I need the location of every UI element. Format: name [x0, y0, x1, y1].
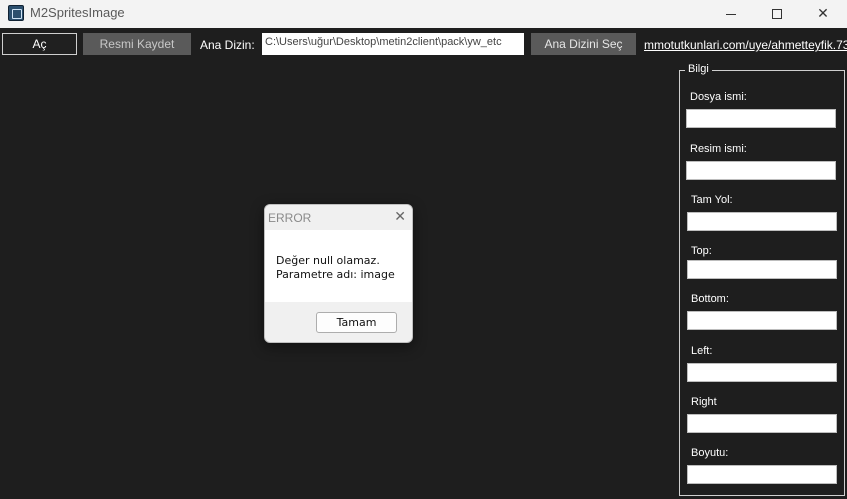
- file-name-label: Dosya ismi:: [690, 91, 747, 103]
- image-name-label: Resim ismi:: [690, 143, 747, 155]
- maximize-icon: [772, 9, 782, 19]
- full-path-label: Tam Yol:: [691, 194, 733, 206]
- dialog-message: Değer null olamaz. Parametre adı: image: [276, 254, 395, 282]
- image-name-input[interactable]: [686, 161, 836, 180]
- main-dir-input[interactable]: C:\Users\uğur\Desktop\metin2client\pack\…: [262, 33, 524, 55]
- dialog-message-line2: Parametre adı: image: [276, 268, 395, 281]
- dialog-close-icon[interactable]: ✕: [394, 209, 406, 225]
- save-image-button[interactable]: Resmi Kaydet: [83, 33, 191, 55]
- app-icon: [8, 5, 24, 21]
- bottom-input[interactable]: [687, 311, 837, 330]
- size-label: Boyutu:: [691, 447, 729, 459]
- dialog-body: Değer null olamaz. Parametre adı: image: [265, 230, 412, 302]
- info-group-title: Bilgi: [685, 63, 712, 75]
- file-name-input[interactable]: [686, 109, 836, 128]
- minimize-icon: [726, 13, 736, 15]
- dialog-message-line1: Değer null olamaz.: [276, 254, 380, 267]
- ok-button[interactable]: Tamam: [316, 312, 397, 333]
- right-label: Right: [691, 396, 717, 408]
- full-path-input[interactable]: [687, 212, 837, 231]
- title-bar: M2SpritesImage ✕: [0, 0, 847, 28]
- main-dir-label: Ana Dizin:: [200, 38, 255, 52]
- top-input[interactable]: [687, 260, 837, 279]
- left-input[interactable]: [687, 363, 837, 382]
- maximize-button[interactable]: [754, 0, 800, 28]
- dialog-title-bar: ERROR ✕: [265, 205, 412, 230]
- select-dir-button[interactable]: Ana Dizini Seç: [531, 33, 636, 55]
- dialog-title: ERROR: [268, 211, 312, 225]
- close-icon: ✕: [817, 6, 829, 22]
- right-input[interactable]: [687, 414, 837, 433]
- close-button[interactable]: ✕: [800, 0, 846, 28]
- window-title: M2SpritesImage: [30, 5, 125, 20]
- error-dialog: ERROR ✕ Değer null olamaz. Parametre adı…: [264, 204, 413, 343]
- size-input[interactable]: [687, 465, 837, 484]
- open-button[interactable]: Aç: [2, 33, 77, 55]
- bottom-label: Bottom:: [691, 293, 729, 305]
- left-label: Left:: [691, 345, 713, 357]
- minimize-button[interactable]: [708, 0, 754, 28]
- author-link[interactable]: mmotutkunlari.com/uye/ahmetteyfik.7300: [644, 38, 847, 52]
- top-label: Top:: [691, 245, 712, 257]
